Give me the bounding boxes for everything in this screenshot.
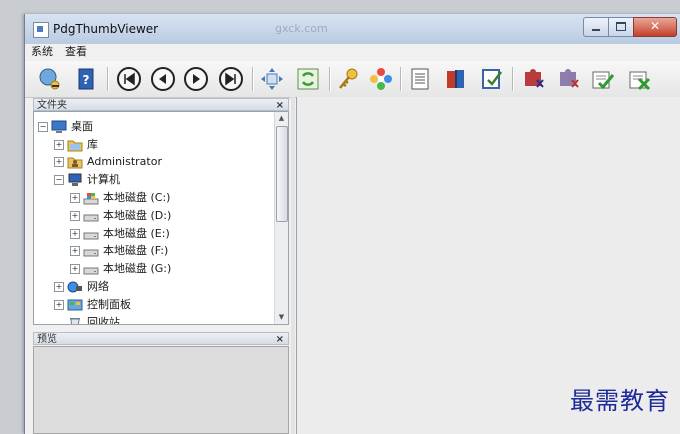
tree-expander[interactable]: +	[54, 156, 64, 167]
tree-expander[interactable]: +	[70, 245, 80, 256]
maximize-button[interactable]	[608, 17, 633, 37]
panel-splitter[interactable]	[291, 97, 295, 434]
tree-expander[interactable]: +	[54, 299, 64, 310]
window-title: PdgThumbViewer	[53, 22, 159, 36]
tree-item-computer[interactable]: − 计算机	[54, 171, 120, 188]
tree-item-label: 桌面	[71, 120, 93, 133]
tree-item-drive-g[interactable]: + 本地磁盘 (G:)	[70, 260, 171, 277]
menu-system[interactable]: 系统	[25, 44, 59, 60]
folder-tree[interactable]: − 桌面 + 库 + Administrator − 计算机 + 本地磁盘 (C…	[33, 111, 289, 325]
scroll-up-icon[interactable]: ▲	[275, 112, 288, 125]
check-edit-icon[interactable]	[479, 66, 505, 92]
tree-expander[interactable]: +	[54, 139, 64, 150]
tree-item-label: 回收站	[87, 316, 120, 325]
tree-item-label: 本地磁盘 (D:)	[103, 209, 172, 222]
connect-icon[interactable]	[37, 66, 63, 92]
tree-item-label: 本地磁盘 (E:)	[103, 227, 170, 240]
tree-item-library[interactable]: + 库	[54, 136, 98, 153]
control-panel-icon	[67, 298, 83, 312]
fit-icon[interactable]	[259, 66, 285, 92]
preview-pane	[33, 346, 289, 434]
preview-panel-title: 预览	[37, 334, 57, 345]
tree-expander[interactable]: −	[38, 121, 48, 132]
flower-icon[interactable]	[368, 66, 394, 92]
tree-item-label: 库	[87, 138, 98, 151]
app-window: PdgThumbViewer gxck.com ✕ 系统 查看 ? 文件夹 × …	[24, 14, 680, 434]
first-page-icon[interactable]	[116, 66, 142, 92]
puzzle-red-icon[interactable]	[521, 66, 547, 92]
preview-panel-close-button[interactable]: ×	[276, 333, 284, 346]
help-book-icon[interactable]: ?	[73, 66, 99, 92]
drive-icon	[83, 227, 99, 241]
tree-expander[interactable]: +	[70, 263, 80, 274]
tree-expander[interactable]: +	[70, 192, 80, 203]
drive-icon	[83, 244, 99, 258]
document-list-icon[interactable]	[407, 66, 433, 92]
tree-item-drive-c[interactable]: + 本地磁盘 (C:)	[70, 189, 170, 206]
tree-scrollbar[interactable]: ▲ ▼	[274, 112, 288, 324]
title-bar[interactable]: PdgThumbViewer gxck.com ✕	[25, 14, 680, 44]
key-icon[interactable]	[335, 66, 361, 92]
puzzle-grey-icon[interactable]	[556, 66, 582, 92]
menu-view[interactable]: 查看	[59, 44, 93, 60]
next-page-icon[interactable]	[183, 66, 209, 92]
user-icon	[67, 155, 83, 169]
tree-item-label: 本地磁盘 (C:)	[103, 191, 171, 204]
close-button[interactable]: ✕	[633, 17, 677, 37]
tree-item-drive-f[interactable]: + 本地磁盘 (F:)	[70, 242, 168, 259]
tree-item-label: 本地磁盘 (G:)	[103, 262, 172, 275]
scrollbar-thumb[interactable]	[276, 126, 288, 222]
tree-item-drive-e[interactable]: + 本地磁盘 (E:)	[70, 225, 170, 242]
tree-expander[interactable]: +	[70, 210, 80, 221]
reject-icon[interactable]	[627, 66, 653, 92]
tree-item-recycle-bin[interactable]: 回收站	[54, 314, 120, 325]
preview-panel-header: 预览 ×	[33, 332, 289, 345]
tree-item-control-panel[interactable]: + 控制面板	[54, 296, 131, 313]
tree-item-label: 控制面板	[87, 298, 131, 311]
tree-expander[interactable]: +	[70, 228, 80, 239]
library-icon	[67, 138, 83, 152]
tree-item-label: Administrator	[87, 155, 162, 168]
faint-url-text: gxck.com	[275, 22, 328, 35]
books-icon[interactable]	[443, 66, 469, 92]
system-drive-icon	[83, 191, 99, 205]
tree-expander[interactable]: +	[54, 281, 64, 292]
last-page-icon[interactable]	[218, 66, 244, 92]
folder-panel-header: 文件夹 ×	[33, 98, 289, 111]
svg-text:?: ?	[83, 73, 90, 87]
desktop-icon	[51, 120, 67, 134]
tree-item-administrator[interactable]: + Administrator	[54, 153, 162, 170]
recycle-bin-icon	[67, 316, 83, 324]
menu-bar: 系统 查看	[25, 44, 680, 60]
watermark-text: 最需教育	[570, 387, 670, 415]
drive-icon	[83, 262, 99, 276]
window-controls: ✕	[583, 17, 677, 37]
tree-item-desktop[interactable]: − 桌面	[38, 118, 93, 135]
drive-icon	[83, 209, 99, 223]
approve-icon[interactable]	[590, 66, 616, 92]
refresh-icon[interactable]	[295, 66, 321, 92]
tree-expander[interactable]: −	[54, 174, 64, 185]
app-icon	[33, 22, 49, 38]
scroll-down-icon[interactable]: ▼	[275, 311, 288, 324]
folder-panel-title: 文件夹	[37, 100, 67, 111]
minimize-button[interactable]	[583, 17, 608, 37]
tree-item-label: 网络	[87, 280, 109, 293]
network-icon	[67, 280, 83, 294]
prev-page-icon[interactable]	[150, 66, 176, 92]
tree-item-network[interactable]: + 网络	[54, 278, 109, 295]
tree-item-label: 本地磁盘 (F:)	[103, 244, 169, 257]
toolbar: ?	[25, 61, 680, 98]
tree-item-drive-d[interactable]: + 本地磁盘 (D:)	[70, 207, 171, 224]
computer-icon	[67, 173, 83, 187]
tree-item-label: 计算机	[87, 173, 120, 186]
